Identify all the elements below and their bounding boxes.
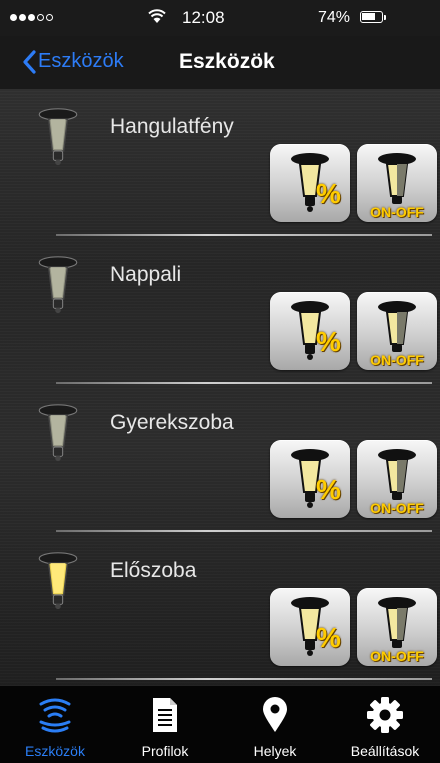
battery-icon (360, 11, 383, 23)
map-pin-icon (263, 697, 287, 732)
percent-badge: % (316, 326, 341, 357)
device-row: Hangulatfény % ON-OFF (0, 89, 440, 236)
tab-profilok[interactable]: Profilok (110, 686, 220, 763)
status-time: 12:08 (182, 8, 225, 27)
dim-button[interactable]: % (270, 440, 350, 518)
on-off-button[interactable]: ON-OFF (357, 144, 437, 222)
back-chevron-icon[interactable] (22, 50, 36, 74)
device-name: Előszoba (110, 559, 197, 582)
page-title: Eszközök (179, 50, 275, 73)
on-off-label: ON-OFF (370, 648, 424, 664)
device-name: Hangulatfény (110, 115, 234, 138)
battery-percent: 74% (318, 9, 351, 26)
dim-button[interactable]: % (270, 144, 350, 222)
on-off-button[interactable]: ON-OFF (357, 440, 437, 518)
tab-helyek[interactable]: Helyek (220, 686, 330, 763)
dim-button[interactable]: % (270, 588, 350, 666)
device-name: Nappali (110, 263, 182, 286)
tab-eszkozok[interactable]: Eszközök (0, 686, 110, 763)
percent-badge: % (316, 474, 341, 505)
row-divider (56, 382, 432, 384)
tab-bar: Eszközök Profilok Helyek Beállítások (0, 686, 440, 763)
dim-button[interactable]: % (270, 292, 350, 370)
on-off-label: ON-OFF (370, 500, 424, 516)
percent-badge: % (316, 178, 341, 209)
device-row: Nappali % ON-OFF (0, 237, 440, 384)
device-row: Előszoba % ON-OFF (0, 533, 440, 680)
on-off-button[interactable]: ON-OFF (357, 588, 437, 666)
percent-badge: % (316, 622, 341, 653)
tab-beallitasok[interactable]: Beállítások (330, 686, 440, 763)
back-button[interactable]: Eszközök (38, 50, 124, 73)
row-divider (56, 234, 432, 236)
document-icon (153, 698, 177, 732)
wifi-icon (148, 9, 166, 23)
lamp-off-icon (38, 404, 78, 462)
lamp-on-icon (38, 552, 78, 610)
tab-label: Helyek (253, 743, 297, 759)
device-name: Gyerekszoba (110, 411, 234, 434)
tab-label: Beállítások (350, 743, 420, 759)
lamp-off-icon (38, 256, 78, 314)
row-divider (56, 530, 432, 532)
on-off-label: ON-OFF (370, 352, 424, 368)
signal-strength-icon (10, 14, 53, 21)
device-list[interactable]: Hangulatfény % ON-OFF Nappali % ON-OFF G… (0, 89, 440, 686)
gear-icon (367, 697, 403, 733)
on-off-label: ON-OFF (370, 204, 424, 220)
wifi-waves-icon (39, 698, 71, 733)
row-divider (56, 678, 432, 680)
lamp-off-icon (38, 108, 78, 166)
status-bar: 12:08 74% (0, 0, 440, 36)
navigation-bar: Eszközök Eszközök (0, 36, 440, 90)
on-off-button[interactable]: ON-OFF (357, 292, 437, 370)
device-row: Gyerekszoba % ON-OFF (0, 385, 440, 532)
tab-label: Eszközök (25, 743, 85, 759)
tab-label: Profilok (141, 743, 189, 759)
